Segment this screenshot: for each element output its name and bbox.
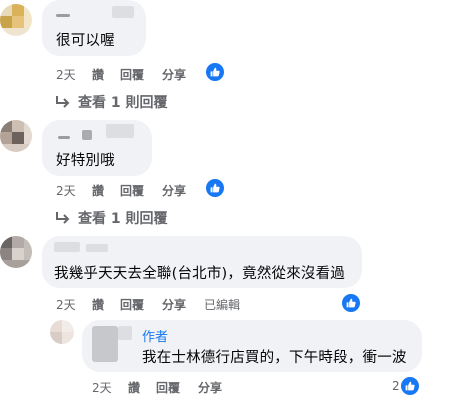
avatar[interactable] bbox=[50, 320, 74, 344]
view-replies-link[interactable]: 查看 1 則回覆 bbox=[54, 208, 168, 228]
like-button[interactable]: 讚 bbox=[128, 379, 140, 396]
reply-arrow-icon bbox=[56, 212, 70, 224]
reply-button[interactable]: 回覆 bbox=[120, 296, 144, 313]
author-name[interactable] bbox=[56, 14, 70, 17]
edited-label: 已編輯 bbox=[204, 298, 241, 312]
reply-arrow-icon bbox=[56, 96, 70, 108]
author-name-blur bbox=[86, 244, 108, 252]
author-name-blur bbox=[82, 130, 92, 140]
like-button[interactable]: 讚 bbox=[92, 182, 104, 199]
author-name-blur bbox=[112, 6, 134, 18]
share-button[interactable]: 分享 bbox=[162, 182, 186, 199]
timestamp[interactable]: 2天 bbox=[92, 379, 112, 396]
comment-actions: 2天 讚 回覆 分享 已編輯 bbox=[56, 296, 276, 312]
timestamp[interactable]: 2天 bbox=[56, 182, 76, 199]
author-name[interactable] bbox=[92, 326, 118, 362]
share-button[interactable]: 分享 bbox=[162, 296, 186, 313]
reply-button[interactable]: 回覆 bbox=[120, 66, 144, 83]
timestamp[interactable]: 2天 bbox=[56, 66, 76, 83]
avatar[interactable] bbox=[0, 236, 32, 268]
author-badge: 作者 bbox=[142, 330, 169, 345]
timestamp[interactable]: 2天 bbox=[56, 296, 76, 313]
avatar[interactable] bbox=[0, 4, 32, 36]
view-replies-link[interactable]: 查看 1 則回覆 bbox=[54, 92, 168, 112]
reply-actions: 2天 讚 回覆 分享 bbox=[92, 379, 272, 395]
thumbs-up-icon[interactable] bbox=[206, 179, 224, 197]
comment-text: 好特別哦 bbox=[56, 153, 115, 169]
author-name[interactable] bbox=[58, 136, 70, 139]
thumbs-up-icon[interactable] bbox=[206, 63, 224, 81]
reply-text: 我在士林德行店買的，下午時段，衝一波 bbox=[142, 350, 407, 366]
comment-bubble: 好特別哦 bbox=[42, 120, 152, 176]
view-replies-label: 查看 1 則回覆 bbox=[78, 211, 168, 227]
author-name-blur bbox=[118, 326, 132, 340]
comment-text: 很可以喔 bbox=[56, 33, 115, 49]
like-button[interactable]: 讚 bbox=[92, 296, 104, 313]
avatar[interactable] bbox=[0, 120, 32, 152]
author-name-blur bbox=[106, 124, 134, 138]
reply-button[interactable]: 回覆 bbox=[120, 182, 144, 199]
share-button[interactable]: 分享 bbox=[162, 66, 186, 83]
comment-bubble: 很可以喔 bbox=[42, 0, 146, 56]
view-replies-label: 查看 1 則回覆 bbox=[78, 95, 168, 111]
comment-bubble: 我幾乎天天去全聯(台北市)，竟然從來沒看過 bbox=[42, 236, 362, 288]
author-name[interactable] bbox=[54, 242, 80, 252]
like-button[interactable]: 讚 bbox=[92, 66, 104, 83]
share-button[interactable]: 分享 bbox=[198, 379, 222, 396]
thumbs-up-icon[interactable] bbox=[342, 294, 360, 312]
reply-bubble: 作者 我在士林德行店買的，下午時段，衝一波 bbox=[82, 320, 422, 372]
reaction-count[interactable]: 2 bbox=[392, 379, 400, 393]
comment-text: 我幾乎天天去全聯(台北市)，竟然從來沒看過 bbox=[54, 266, 346, 282]
reply-button[interactable]: 回覆 bbox=[156, 379, 180, 396]
thumbs-up-icon[interactable] bbox=[401, 377, 419, 395]
